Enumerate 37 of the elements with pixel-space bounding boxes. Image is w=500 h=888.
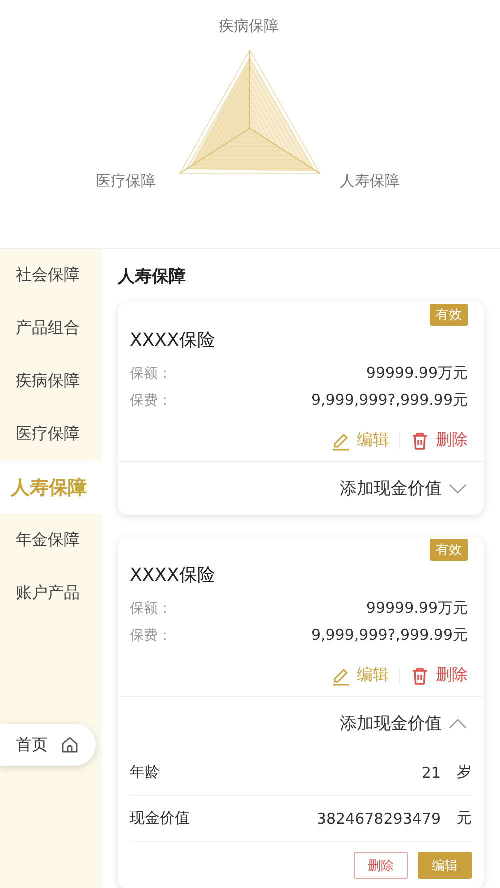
sidebar-item[interactable]: 疾病保障 xyxy=(0,355,102,408)
sidebar-item[interactable]: 年金保障 xyxy=(0,514,102,567)
field-label: 保额： xyxy=(130,600,172,618)
add-cash-value-button[interactable]: 添加现金价值 xyxy=(118,461,484,515)
axis-label: 疾病保障 xyxy=(219,17,279,36)
policy-name: XXXX保险 xyxy=(130,564,216,587)
cash-value: 21 xyxy=(422,764,441,782)
status-badge: 有效 xyxy=(430,304,468,326)
delete-button[interactable]: 删除 xyxy=(410,430,468,451)
cash-label: 年龄 xyxy=(130,763,161,782)
field-value: 9,999,999?,999.99元 xyxy=(311,626,468,645)
add-cash-value-button[interactable]: 添加现金价值 xyxy=(118,696,484,750)
field-value: 99999.99万元 xyxy=(366,364,468,383)
unit-label: 岁 xyxy=(457,763,472,782)
section-title: 人寿保障 xyxy=(118,266,187,289)
field-value: 9,999,999?,999.99元 xyxy=(311,391,468,410)
axis-label: 医疗保障 xyxy=(96,172,156,191)
unit-label: 元 xyxy=(457,809,472,828)
policy-name: XXXX保险 xyxy=(130,329,216,352)
cash-label: 现金价值 xyxy=(130,809,191,828)
home-icon xyxy=(60,735,80,755)
field-value: 99999.99万元 xyxy=(366,599,468,618)
cash-value: 3824678293479 xyxy=(316,810,441,828)
delete-button[interactable]: 删除 xyxy=(410,665,468,686)
trash-icon xyxy=(410,666,430,686)
sidebar-item[interactable]: 产品组合 xyxy=(0,302,102,355)
sidebar-item[interactable]: 医疗保障 xyxy=(0,408,102,461)
field-label: 保额： xyxy=(130,364,172,382)
trash-icon xyxy=(410,430,430,450)
field-label: 保费： xyxy=(130,626,172,644)
axis-label: 人寿保障 xyxy=(340,172,400,191)
field-label: 保费： xyxy=(130,392,172,410)
home-button[interactable]: 首页 xyxy=(0,724,96,766)
sidebar-item[interactable]: 社会保障 xyxy=(0,249,102,302)
sidebar-item[interactable]: 账户产品 xyxy=(0,567,102,620)
status-badge: 有效 xyxy=(430,539,468,561)
delete-button[interactable]: 删除 xyxy=(354,852,408,879)
